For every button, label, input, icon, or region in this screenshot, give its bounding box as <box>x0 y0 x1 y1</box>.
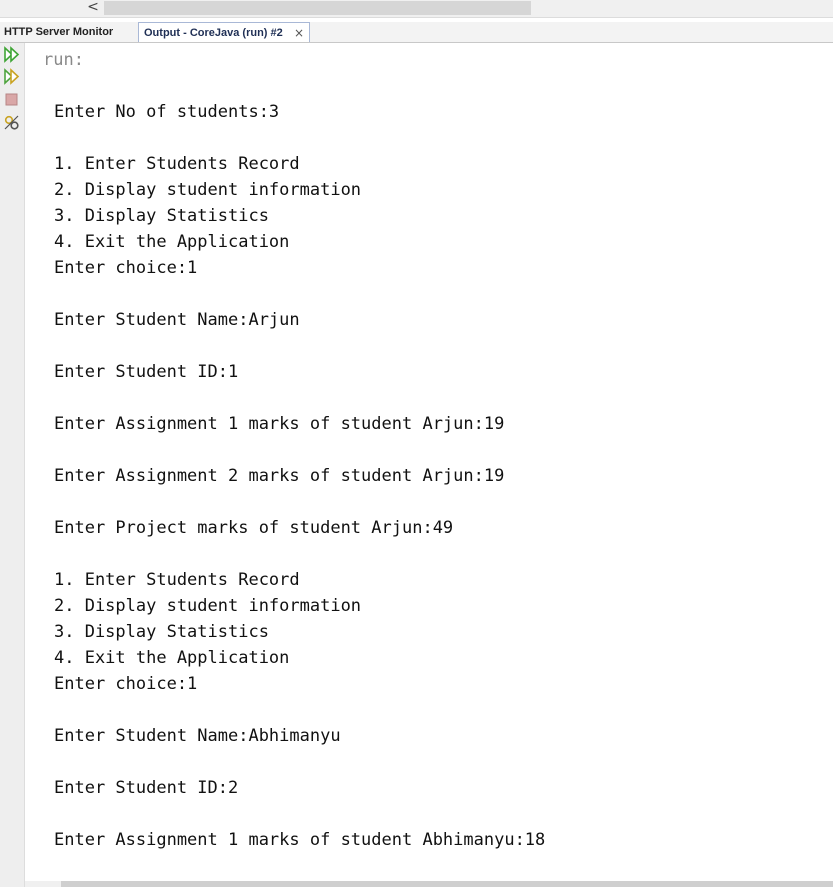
rerun-with-options-icon[interactable] <box>3 68 20 85</box>
tab-output-corejava[interactable]: Output - CoreJava (run) #2 × <box>138 22 310 42</box>
console-line: 3. Display Statistics <box>54 622 269 642</box>
console-line: Enter No of students:3 <box>54 102 280 122</box>
console-line: 2. Display student information <box>54 596 362 616</box>
console-line: Enter choice:1 <box>54 674 198 694</box>
console-line: Enter Student ID:2 <box>54 778 239 798</box>
scroll-left-arrow-icon[interactable]: < <box>84 0 102 16</box>
close-tab-icon[interactable]: × <box>294 23 304 43</box>
scrollbar-thumb[interactable] <box>61 881 833 887</box>
run-label: run: <box>43 50 84 70</box>
console-line: 3. Display Statistics <box>54 206 269 226</box>
console-line: 4. Exit the Application <box>54 648 290 668</box>
console-line: 1. Enter Students Record <box>54 154 300 174</box>
tab-label: Output - CoreJava (run) #2 <box>144 27 283 39</box>
console-output[interactable]: run: Enter No of students:3 1. Enter Stud… <box>25 43 833 881</box>
scrollbar-thumb[interactable] <box>104 1 531 15</box>
console-line: Enter Student Name:Arjun <box>54 310 300 330</box>
output-toolbar <box>0 43 25 887</box>
console-line: Enter Student Name:Abhimanyu <box>54 726 341 746</box>
console-line: Enter Assignment 2 marks of student Arju… <box>54 466 505 486</box>
rerun-icon[interactable] <box>3 46 20 63</box>
settings-icon[interactable] <box>3 114 20 131</box>
console-line: 4. Exit the Application <box>54 232 290 252</box>
bottom-horizontal-scrollbar[interactable] <box>25 881 833 887</box>
tab-label: HTTP Server Monitor <box>4 26 114 38</box>
tab-http-server-monitor[interactable]: HTTP Server Monitor <box>0 22 136 42</box>
stop-icon[interactable] <box>3 91 20 108</box>
console-line: Enter Project marks of student Arjun:49 <box>54 518 454 538</box>
console-line: Enter choice:1 <box>54 258 198 278</box>
console-line: Enter Student ID:1 <box>54 362 239 382</box>
console-line: Enter Assignment 1 marks of student Abhi… <box>54 830 546 850</box>
top-horizontal-scrollbar[interactable]: < <box>0 0 833 18</box>
console-line: Enter Assignment 1 marks of student Arju… <box>54 414 505 434</box>
console-line: 1. Enter Students Record <box>54 570 300 590</box>
output-tab-bar: HTTP Server Monitor Output - CoreJava (r… <box>0 22 833 43</box>
console-line: 2. Display student information <box>54 180 362 200</box>
